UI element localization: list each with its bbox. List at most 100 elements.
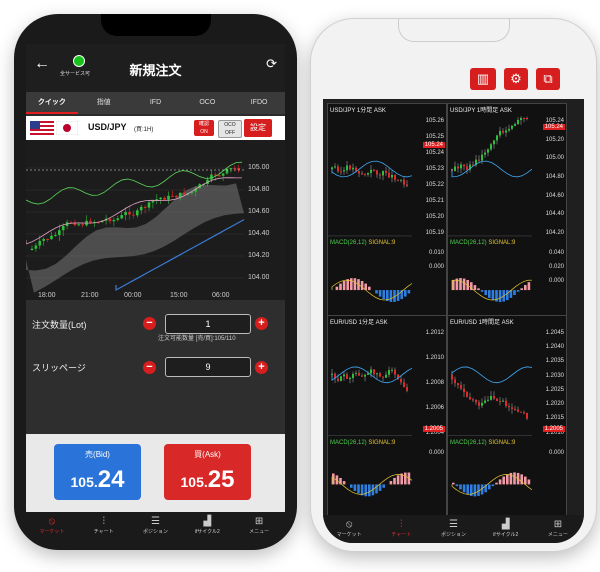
lot-input[interactable]: 1 [165, 314, 251, 334]
candles-icon: ⫶ [102, 516, 105, 527]
refresh-icon[interactable]: ⟳ [266, 56, 277, 72]
macd-bar [524, 285, 527, 291]
tab-ifdo[interactable]: IFDO [233, 92, 285, 114]
nav-position[interactable]: ☰ ポジション [427, 515, 479, 543]
gear-icon[interactable]: ⚙ [504, 68, 528, 90]
candle-body [397, 179, 399, 181]
macd-bar [393, 477, 396, 485]
nav-ifcycle[interactable]: ▟ ifサイクル2 [181, 512, 233, 544]
candle-body [403, 179, 405, 185]
nav-label: メニュー [547, 532, 568, 538]
candle-body [454, 166, 456, 172]
chart-panel[interactable]: USD/JPY 1時間足 ASK 105.24 105.20 105.00 104.80… [447, 103, 567, 337]
bottom-nav: ⦸ マーケット ⫶ チャート ☰ ポジション ▟ ifサイクル2 ⊞ メニュー [323, 515, 584, 543]
candle-body [493, 140, 495, 145]
y-tick: 1.2008 [425, 379, 444, 386]
nav-chart[interactable]: ⫶ チャート [78, 512, 130, 544]
candle-body [124, 212, 127, 216]
x-tick: 21:00 [81, 292, 99, 299]
bottom-nav: ⦸ マーケット ⫶ チャート ☰ ポジション ▟ ifサイクル2 ⊞ メニュー [26, 512, 285, 544]
macd-bar [375, 290, 378, 294]
settings-button[interactable]: 設定 [244, 119, 272, 137]
candle-body [391, 174, 393, 178]
toolbar: ▥ ⚙ ⧉ [323, 49, 584, 99]
nav-label: マーケット [39, 529, 65, 535]
slippage-input[interactable]: 9 [165, 357, 251, 377]
macd-legend: MACD(26,12) SIGNAL:9 [330, 240, 395, 246]
slippage-minus-button[interactable]: − [143, 361, 156, 374]
macd-bar [459, 484, 462, 490]
candle-body [370, 369, 372, 374]
ask-price-int: 105. [180, 474, 208, 490]
macd-y-tick: 0.000 [428, 449, 444, 456]
x-tick: 15:00 [170, 292, 188, 299]
candle-body [373, 169, 375, 171]
confirm-toggle[interactable]: 確認 ON [194, 120, 214, 136]
current-price-badge: 105.24 [542, 124, 565, 130]
chart-indicator-icon[interactable]: ▥ [470, 68, 496, 90]
lot-plus-button[interactable]: + [255, 317, 268, 330]
candle-body [358, 170, 360, 174]
slippage-plus-button[interactable]: + [255, 361, 268, 374]
candle-body [463, 388, 465, 393]
candle-body [466, 392, 468, 397]
chart-panel[interactable]: EUR/USD 1時間足 ASK 1.2045 1.2040 1.2035 1.2030… [447, 315, 567, 527]
macd-legend: MACD(26,12) SIGNAL:9 [450, 240, 515, 246]
y-tick: 105.20 [545, 136, 564, 143]
panel-title: USD/JPY 1時間足 ASK [450, 108, 512, 114]
candle-body [502, 400, 504, 402]
candle-body [361, 375, 363, 377]
currency-pair: USD/JPY [88, 122, 127, 132]
candle-body [108, 218, 112, 222]
trade-panel: 売(Bid) 105.24 買(Ask) 105.25 [26, 434, 285, 512]
nav-position[interactable]: ☰ ポジション [130, 512, 182, 544]
current-price-badge: 105.24 [422, 142, 445, 148]
chart-screen: ▥ ⚙ ⧉ USD/JPY 1分足 ASK 105.26 105.25 105.24 1… [323, 49, 584, 543]
tab-limit[interactable]: 指値 [78, 92, 130, 114]
candle-body [171, 195, 174, 197]
candle-body [394, 174, 396, 180]
order-form: 注文数量(Lot) − 1 + 注文可能数量 [売/買]:105/110 スリッ… [26, 300, 285, 434]
tab-oco[interactable]: OCO [181, 92, 233, 114]
candle-body [370, 169, 372, 173]
y-tick: 105.22 [425, 181, 444, 188]
layout-switch-icon[interactable]: ⧉ [536, 68, 560, 90]
nav-chart[interactable]: ⫶ チャート [375, 515, 427, 543]
candle-body [382, 170, 384, 176]
page-title: 新規注文 [129, 63, 182, 78]
current-price-badge: 1.2005 [422, 425, 445, 432]
candle-body [400, 379, 402, 383]
y-tick: 104.80 [545, 173, 564, 180]
candle-body [143, 206, 147, 208]
candle-body [388, 369, 390, 375]
tab-quick[interactable]: クイック [26, 92, 78, 114]
signal-label: SIGNAL:9 [366, 239, 396, 246]
candle-body [221, 173, 225, 176]
sell-bid-button[interactable]: 売(Bid) 105.24 [54, 444, 141, 500]
candle-body [508, 128, 510, 131]
lot-minus-button[interactable]: − [143, 317, 156, 330]
nav-market[interactable]: ⦸ マーケット [26, 512, 78, 544]
nav-menu[interactable]: ⊞ メニュー [532, 515, 584, 543]
macd-bar [488, 290, 491, 298]
oco-toggle[interactable]: OCO OFF [218, 120, 242, 138]
macd-bar [335, 286, 339, 291]
candle-body [237, 168, 240, 171]
chart-panel[interactable]: USD/JPY 1分足 ASK 105.26 105.25 105.24 105.23 1… [327, 103, 447, 337]
tab-ifd[interactable]: IFD [130, 92, 182, 114]
candle-body [490, 144, 492, 150]
jp-flag-icon [56, 121, 78, 135]
macd-bar [382, 484, 385, 488]
nav-ifcycle[interactable]: ▟ ifサイクル2 [480, 515, 532, 543]
candle-body [478, 402, 480, 406]
nav-market[interactable]: ⦸ マーケット [323, 515, 375, 543]
candle-body [496, 135, 498, 141]
buy-ask-button[interactable]: 買(Ask) 105.25 [164, 444, 251, 500]
candle-body [229, 168, 233, 169]
chart-panel[interactable]: EUR/USD 1分足 ASK 1.2012 1.2010 1.2008 1.2006 1… [327, 315, 447, 527]
macd-bar [516, 290, 520, 292]
nav-menu[interactable]: ⊞ メニュー [233, 512, 285, 544]
y-tick: 105.00 [248, 164, 270, 171]
phone-left: ← 全サービス可 新規注文 ⟳ クイック 指値 IFD OCO IFDO USD… [14, 14, 297, 550]
x-tick: 00:00 [124, 292, 142, 299]
